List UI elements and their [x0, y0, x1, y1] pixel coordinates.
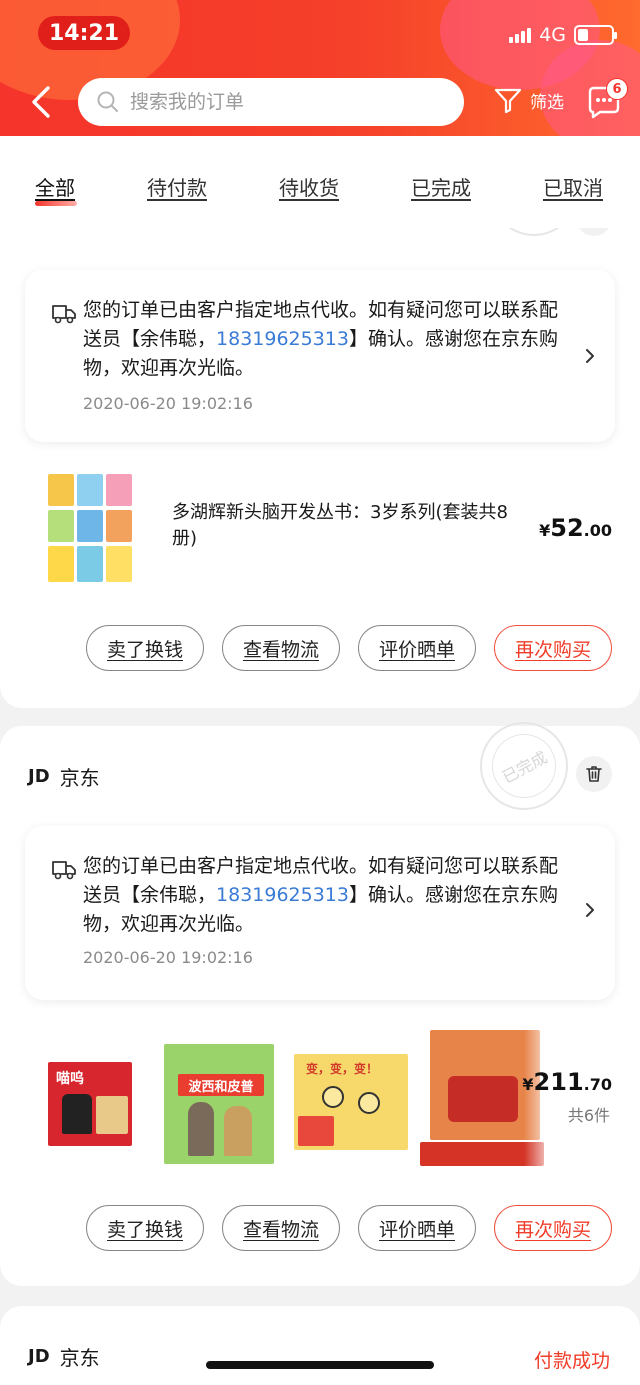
order-card[interactable]: 您的订单已由客户指定地点代收。如有疑问您可以联系配送员【余伟聪，18319625… — [0, 148, 640, 708]
resell-button[interactable]: 卖了换钱 — [86, 1205, 204, 1251]
order-price: ¥52.00 — [539, 514, 612, 542]
app-header: 14:21 4G 筛选 6 — [0, 0, 640, 136]
delivery-time: 2020-06-20 19:02:16 — [83, 394, 253, 413]
order-status: 付款成功 — [533, 1350, 610, 1372]
tab-cancelled[interactable]: 已取消 — [543, 172, 603, 201]
filter-icon — [494, 88, 522, 114]
product-image[interactable] — [44, 470, 136, 586]
product-title[interactable]: 多湖辉新头脑开发丛书：3岁系列(套装共8册) — [172, 500, 532, 552]
resell-button[interactable]: 卖了换钱 — [86, 625, 204, 671]
truck-icon — [52, 305, 76, 324]
delivery-message: 您的订单已由客户指定地点代收。如有疑问您可以联系配送员【余伟聪，18319625… — [83, 299, 559, 379]
track-logistics-button[interactable]: 查看物流 — [222, 1205, 340, 1251]
network-type: 4G — [539, 24, 566, 46]
battery-icon — [574, 25, 617, 45]
tab-completed[interactable]: 已完成 — [411, 172, 471, 201]
product-image[interactable]: 变，变，变！ — [292, 1052, 410, 1152]
delivery-time: 2020-06-20 19:02:16 — [83, 948, 253, 967]
courier-phone-link[interactable]: 18319625313 — [216, 884, 349, 906]
status-time: 14:21 — [38, 16, 130, 50]
signal-icon — [509, 27, 532, 43]
jd-logo: JD — [28, 1346, 50, 1367]
filter-button[interactable]: 筛选 — [492, 84, 564, 116]
review-button[interactable]: 评价晒单 — [358, 1205, 476, 1251]
review-button[interactable]: 评价晒单 — [358, 625, 476, 671]
tab-pending-payment[interactable]: 待付款 — [147, 172, 207, 201]
search-icon — [97, 91, 118, 112]
back-arrow-icon[interactable] — [28, 84, 58, 120]
completed-stamp: 已完成 — [480, 722, 568, 810]
order-tabs: 全部 待付款 待收货 已完成 已取消 — [0, 136, 640, 228]
chevron-right-icon — [586, 349, 594, 363]
shop-name[interactable]: JD 京东 — [28, 762, 100, 791]
tab-all[interactable]: 全部 — [35, 172, 75, 201]
jd-logo: JD — [28, 766, 50, 787]
order-card[interactable]: JD 京东 付款成功 — [0, 1306, 640, 1385]
price-fade — [524, 1026, 640, 1176]
active-tab-indicator — [35, 201, 77, 206]
home-indicator[interactable] — [206, 1361, 434, 1369]
product-image[interactable]: 波西和皮普 — [160, 1032, 278, 1166]
order-price: ¥211.70 — [522, 1068, 612, 1096]
status-indicators: 4G — [509, 24, 617, 46]
product-image[interactable]: 喵呜 — [44, 1032, 140, 1152]
buy-again-button[interactable]: 再次购买 — [494, 625, 612, 671]
truck-icon — [52, 861, 76, 880]
buy-again-button[interactable]: 再次购买 — [494, 1205, 612, 1251]
courier-phone-link[interactable]: 18319625313 — [216, 328, 349, 350]
track-logistics-button[interactable]: 查看物流 — [222, 625, 340, 671]
shop-name[interactable]: JD 京东 — [28, 1342, 100, 1371]
tab-pending-receipt[interactable]: 待收货 — [279, 172, 339, 201]
delivery-notice[interactable]: 您的订单已由客户指定地点代收。如有疑问您可以联系配送员【余伟聪，18319625… — [25, 270, 615, 442]
search-bar[interactable] — [78, 78, 464, 126]
trash-icon — [586, 766, 602, 782]
delivery-message: 您的订单已由客户指定地点代收。如有疑问您可以联系配送员【余伟聪，18319625… — [83, 855, 559, 935]
message-badge: 6 — [606, 78, 628, 100]
search-input[interactable] — [130, 91, 430, 113]
item-count: 共6件 — [567, 1106, 610, 1125]
order-card[interactable]: JD 京东 已完成 您的订单已由客户指定地点代收。如有疑问您可以联系配送员【余伟… — [0, 722, 640, 1286]
delete-order-button[interactable] — [576, 756, 612, 792]
filter-label: 筛选 — [530, 92, 564, 113]
delivery-notice[interactable]: 您的订单已由客户指定地点代收。如有疑问您可以联系配送员【余伟聪，18319625… — [25, 826, 615, 1000]
chevron-right-icon — [586, 903, 594, 917]
